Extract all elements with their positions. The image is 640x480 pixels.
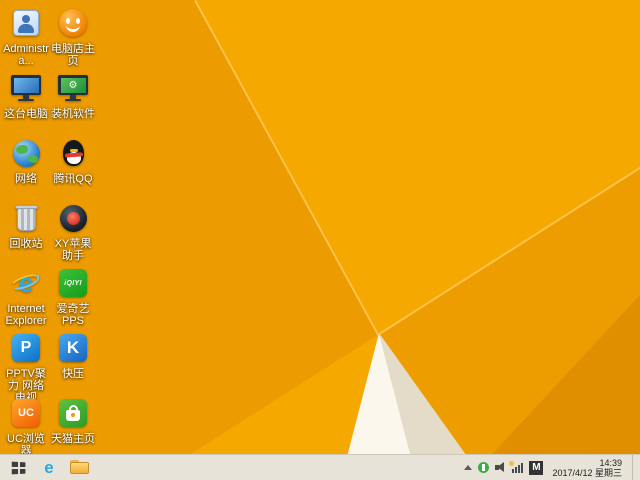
icon-label: 装机软件 [51, 108, 95, 120]
icon-label: XY苹果助手 [54, 238, 92, 262]
hidden-icons-button[interactable] [464, 465, 473, 470]
system-tray: M 14:39 2017/4/12 星期三 [464, 454, 640, 480]
icon-label: 网络 [15, 173, 37, 185]
icon-label: 天猫主页 [51, 433, 95, 445]
setup-monitor-icon [56, 71, 90, 105]
icon-label: Internet Explorer [5, 303, 47, 327]
globe-icon [9, 136, 43, 170]
desktop-icon-internet-explorer[interactable]: e Internet Explorer [3, 266, 49, 327]
icon-label: 爱奇艺PPS [56, 303, 90, 327]
desktop-icon-setup-software[interactable]: 装机软件 [50, 71, 96, 120]
shopping-bag-icon [56, 396, 90, 430]
desktop-icon-network[interactable]: 网络 [3, 136, 49, 185]
pptv-icon: P [9, 331, 43, 365]
desktop-icon-kuaiya[interactable]: K 快压 [50, 331, 96, 380]
taskbar: e M 14:39 2017/4/12 星期三 [0, 454, 640, 480]
user-files-icon [9, 6, 43, 40]
wallpaper [0, 0, 640, 480]
file-explorer-icon [69, 460, 89, 475]
icon-label: 电脑店主页 [51, 43, 95, 67]
network-icon[interactable] [509, 461, 524, 473]
tray-time: 14:39 [599, 457, 622, 468]
icon-label: 回收站 [9, 238, 43, 250]
desktop-icon-uc-browser[interactable]: UC UC浏览器 [3, 396, 49, 457]
taskbar-ie-button[interactable]: e [34, 455, 64, 480]
ie-icon: e [8, 266, 43, 300]
windows-logo-icon [11, 461, 26, 474]
tray-date: 2017/4/12 星期三 [552, 467, 622, 478]
computer-icon [9, 71, 43, 105]
icon-label: Administra... [3, 43, 49, 67]
ie-icon: e [44, 457, 54, 477]
desktop: Administra... 这台电脑 网络 回收站 e Internet Exp… [0, 0, 640, 480]
desktop-icon-this-pc[interactable]: 这台电脑 [3, 71, 49, 120]
clock[interactable]: 14:39 2017/4/12 星期三 [552, 458, 622, 478]
xy-assistant-icon [56, 201, 90, 235]
desktop-icon-xy-apple-assistant[interactable]: XY苹果助手 [50, 201, 96, 262]
iqiyi-icon: iQIYI [56, 266, 90, 300]
desktop-icon-diannaodian-home[interactable]: 电脑店主页 [50, 6, 96, 67]
volume-icon[interactable] [495, 462, 506, 473]
uc-browser-icon: UC [9, 396, 43, 430]
trash-icon [9, 201, 43, 235]
desktop-icon-pptv[interactable]: P PPTV聚力 网络电视 [3, 331, 49, 404]
taskbar-explorer-button[interactable] [64, 455, 94, 480]
desktop-icon-iqiyi-pps[interactable]: iQIYI 爱奇艺PPS [50, 266, 96, 327]
icon-label: 这台电脑 [4, 108, 48, 120]
icon-label: 腾讯QQ [53, 173, 93, 185]
network-warning-dot [509, 461, 515, 466]
qq-penguin-icon [56, 136, 90, 170]
start-button[interactable] [4, 455, 34, 480]
icon-label: 快压 [62, 368, 84, 380]
smiley-icon [56, 6, 90, 40]
k-letter-icon: K [56, 331, 90, 365]
show-desktop-button[interactable] [632, 454, 638, 480]
input-method-indicator[interactable]: M [529, 460, 544, 475]
desktop-icon-tmall-home[interactable]: 天猫主页 [50, 396, 96, 445]
safety-tray-icon[interactable] [478, 462, 490, 473]
desktop-icon-tencent-qq[interactable]: 腾讯QQ [50, 136, 96, 185]
desktop-icon-administrator[interactable]: Administra... [3, 6, 49, 67]
desktop-icon-recycle-bin[interactable]: 回收站 [3, 201, 49, 250]
